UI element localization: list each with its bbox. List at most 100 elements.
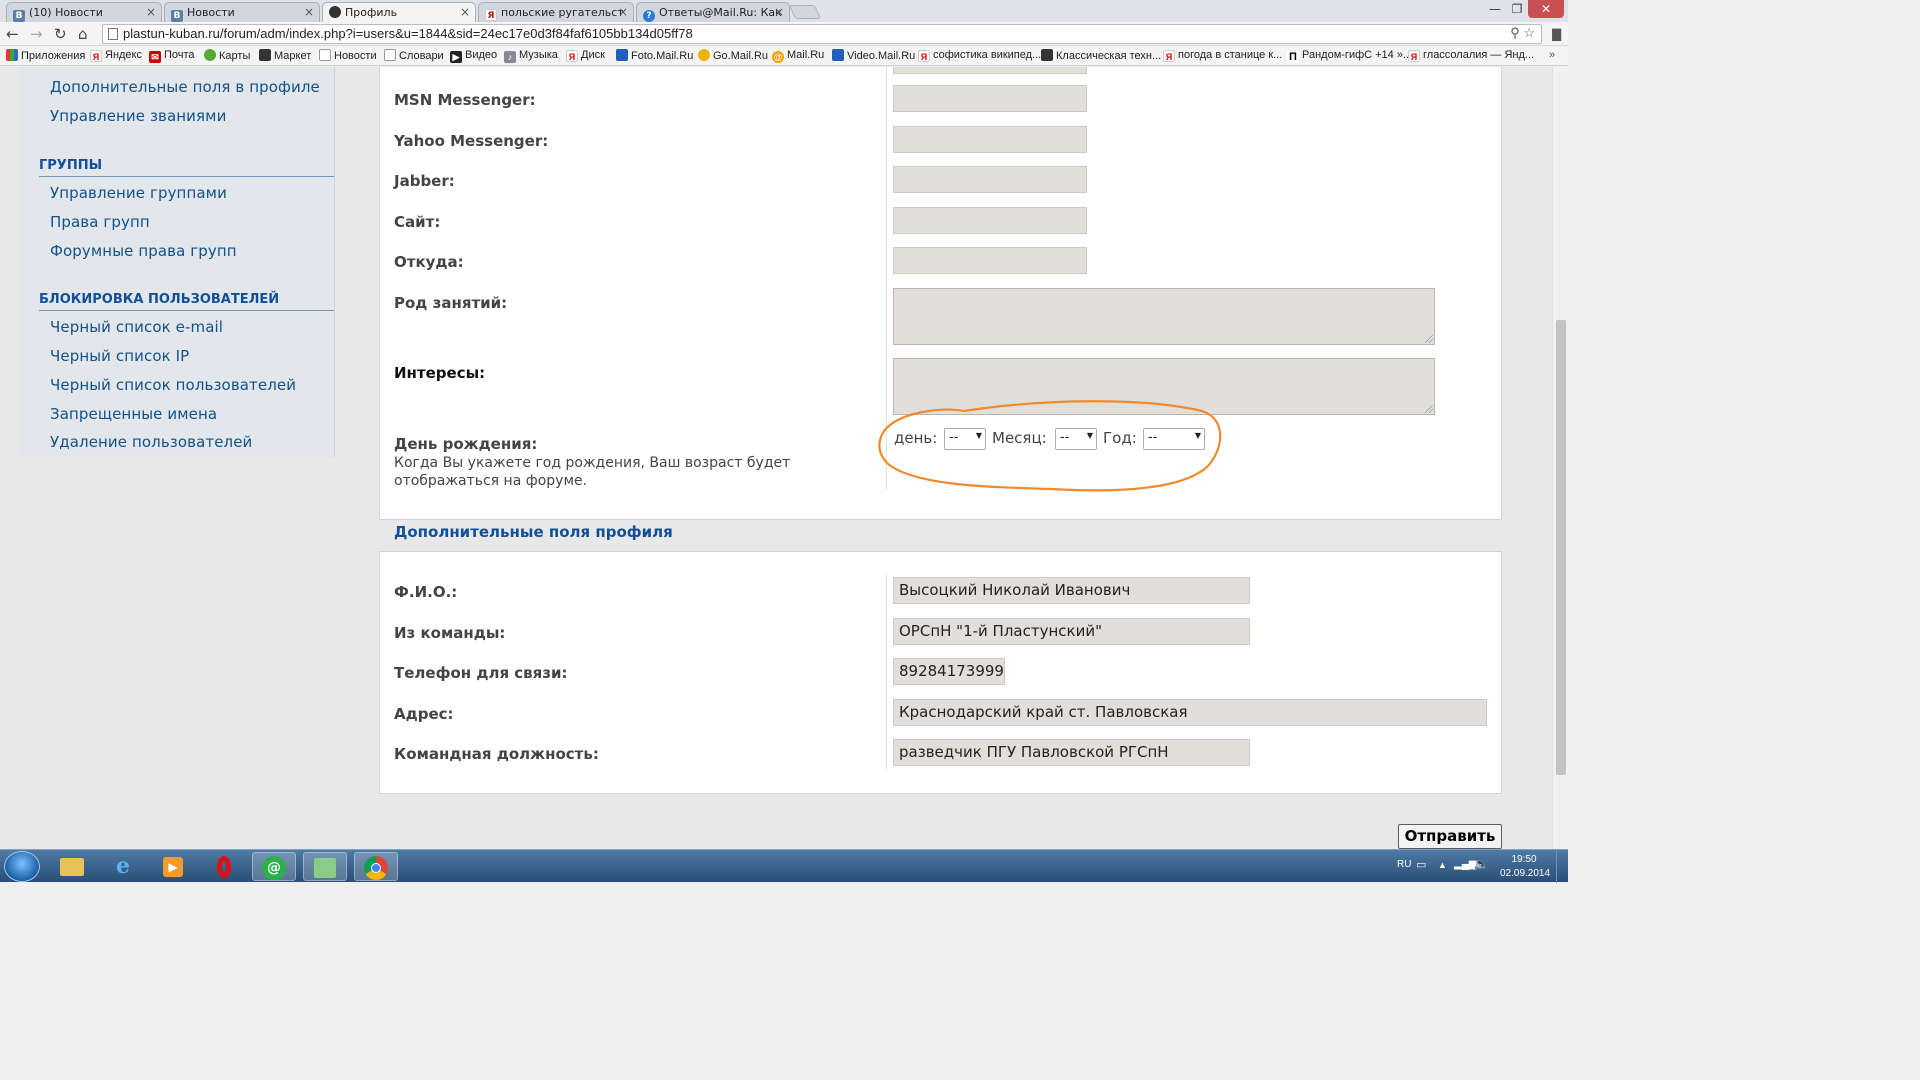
msn-label: MSN Messenger: [394, 91, 536, 109]
position-label: Командная должность: [394, 745, 599, 763]
forward-arrow-icon[interactable]: → [30, 25, 43, 43]
close-tab-icon[interactable]: × [774, 5, 784, 19]
phone-field[interactable]: 89284173999 [893, 658, 1005, 685]
sidebar-item-ban-users[interactable]: Черный список пользователей [50, 376, 296, 394]
close-tab-icon[interactable]: × [304, 5, 314, 19]
location-field[interactable] [893, 247, 1087, 274]
bookmark-item[interactable]: Go.Mail.Ru [698, 49, 768, 62]
sidebar-item-ranks[interactable]: Управление званиями [50, 107, 226, 125]
bookmark-item[interactable]: П Рандом-гифС +14 »... [1287, 49, 1412, 63]
internet-explorer-icon[interactable]: e [101, 852, 145, 881]
bookmark-label: Маркет [274, 50, 312, 62]
bookmark-item[interactable]: ▶ Видео [450, 49, 497, 63]
scrollbar-thumb[interactable] [1556, 320, 1566, 775]
foto-icon [616, 49, 628, 61]
keyboard-icon[interactable]: ▭ [1416, 858, 1426, 872]
explorer-folder-icon[interactable] [50, 852, 94, 881]
close-tab-icon[interactable]: × [460, 5, 470, 19]
bookmark-item[interactable]: @ Mail.Ru [772, 49, 824, 63]
sidebar-item-profile-fields[interactable]: Дополнительные поля в профиле [50, 78, 320, 96]
bookmark-item[interactable]: Новости [319, 49, 377, 62]
site-field[interactable] [893, 207, 1087, 234]
yandex-icon: Я [90, 50, 102, 62]
forum-icon [329, 6, 341, 18]
bookmarks-overflow-icon[interactable]: » [1549, 49, 1555, 61]
bookmark-item[interactable]: Словари [384, 49, 444, 62]
occupation-label: Род занятий: [394, 294, 508, 312]
tab-profile[interactable]: Профиль × [322, 2, 476, 23]
bookmark-item[interactable]: Я Яндекс [90, 49, 142, 62]
address-field[interactable]: Краснодарский край ст. Павловская [893, 699, 1487, 726]
volume-icon[interactable]: 🔈 [1474, 857, 1489, 871]
bookmark-item[interactable]: ✉ Почта [149, 49, 195, 63]
occupation-textarea[interactable] [893, 288, 1435, 345]
tray-expand-icon[interactable]: ▲ [1438, 858, 1447, 872]
bookmark-item[interactable]: Маркет [259, 49, 311, 62]
bookmark-label: Карты [219, 50, 251, 62]
menu-icon[interactable]: ▬ ▬ ▬ [1551, 24, 1563, 44]
sidebar-item-delete-users[interactable]: Удаление пользователей [50, 433, 252, 451]
bookmark-item[interactable]: ♪ Музыка [504, 49, 558, 63]
sidebar-item-forum-group-permissions[interactable]: Форумные права групп [50, 242, 237, 260]
sidebar-item-group-permissions[interactable]: Права групп [50, 213, 150, 231]
tab-answers-mail[interactable]: ? Ответы@Mail.Ru: Как зву× [636, 2, 790, 22]
close-window-icon[interactable]: ✕ [1528, 0, 1564, 18]
vk-icon: B [171, 10, 183, 22]
icq-field[interactable] [893, 67, 1087, 74]
restore-icon[interactable]: ❐ [1506, 0, 1528, 18]
back-arrow-icon[interactable]: ← [6, 25, 19, 43]
windows-start-icon[interactable] [4, 851, 40, 882]
language-indicator[interactable]: RU [1397, 858, 1411, 872]
bookmark-star-icon[interactable]: ☆ [1523, 25, 1535, 40]
close-tab-icon[interactable]: × [618, 5, 628, 19]
zoom-icon[interactable]: ⚲ [1510, 25, 1520, 40]
clock[interactable]: 19:50 02.09.2014 [1500, 853, 1550, 881]
media-player-icon[interactable]: ▶ [151, 852, 195, 881]
tab-yandex-search[interactable]: Япольские ругательства –× [478, 2, 634, 22]
tab-news-vk-1[interactable]: B (10) Новости × [6, 2, 162, 22]
bookmark-label: Go.Mail.Ru [713, 50, 769, 62]
tab-news-vk-2[interactable]: B Новости × [164, 2, 320, 22]
sidebar-item-ban-email[interactable]: Черный список e-mail [50, 318, 223, 336]
minimize-icon[interactable]: — [1484, 0, 1506, 18]
jabber-field[interactable] [893, 166, 1087, 193]
bookmark-item[interactable]: Foto.Mail.Ru [616, 49, 693, 62]
bookmark-item[interactable]: Яглассолалия — Янд... [1408, 49, 1534, 62]
chrome-icon[interactable] [354, 852, 398, 881]
bookmark-item[interactable]: Приложения [6, 49, 85, 62]
bookmark-label: глассолалия — Янд... [1423, 49, 1535, 61]
bookmark-label: Foto.Mail.Ru [631, 50, 694, 62]
submit-button[interactable]: Отправить [1398, 824, 1502, 849]
bookmark-item[interactable]: Я Диск [566, 49, 605, 62]
bookmark-item[interactable]: Video.Mail.Ru [832, 49, 915, 62]
video-icon: ▶ [450, 51, 462, 63]
go-icon [698, 49, 710, 61]
bookmark-item[interactable]: Классическая техн... [1041, 49, 1161, 62]
sidebar-item-disallowed-names[interactable]: Запрещенные имена [50, 405, 217, 423]
home-icon[interactable]: ⌂ [78, 25, 88, 43]
close-tab-icon[interactable]: × [146, 5, 156, 19]
reload-icon[interactable]: ↻ [54, 25, 67, 43]
resize-grip-icon[interactable] [1425, 335, 1433, 343]
resize-grip-icon[interactable] [1425, 405, 1433, 413]
bookmark-item[interactable]: Япогода в станице к... [1163, 49, 1282, 62]
market-icon [259, 49, 271, 61]
address-bar[interactable]: plastun-kuban.ru/forum/adm/index.php?i=u… [102, 24, 1542, 44]
fio-field[interactable]: Высоцкий Николай Иванович [893, 577, 1250, 604]
team-field[interactable]: ОРСпН "1-й Пластунский" [893, 618, 1250, 645]
sidebar-item-ban-ip[interactable]: Черный список IP [50, 347, 189, 365]
bookmark-item[interactable]: Карты [204, 49, 250, 62]
opera-icon[interactable] [202, 852, 246, 881]
tab-title: Ответы@Mail.Ru: Как зву [659, 6, 781, 19]
new-tab-button[interactable] [788, 5, 822, 19]
sidebar-item-manage-groups[interactable]: Управление группами [50, 184, 227, 202]
icq-agent-icon[interactable]: @ [252, 852, 296, 881]
page-scrollbar[interactable] [1552, 67, 1568, 849]
bookmark-item[interactable]: Ясофистика википед... [918, 49, 1041, 62]
show-desktop-button[interactable] [1556, 850, 1568, 883]
position-field[interactable]: разведчик ПГУ Павловской РГСпН [893, 739, 1250, 766]
yahoo-field[interactable] [893, 126, 1087, 153]
disk-icon: Я [566, 50, 578, 62]
app-icon[interactable] [303, 852, 347, 881]
msn-field[interactable] [893, 85, 1087, 112]
